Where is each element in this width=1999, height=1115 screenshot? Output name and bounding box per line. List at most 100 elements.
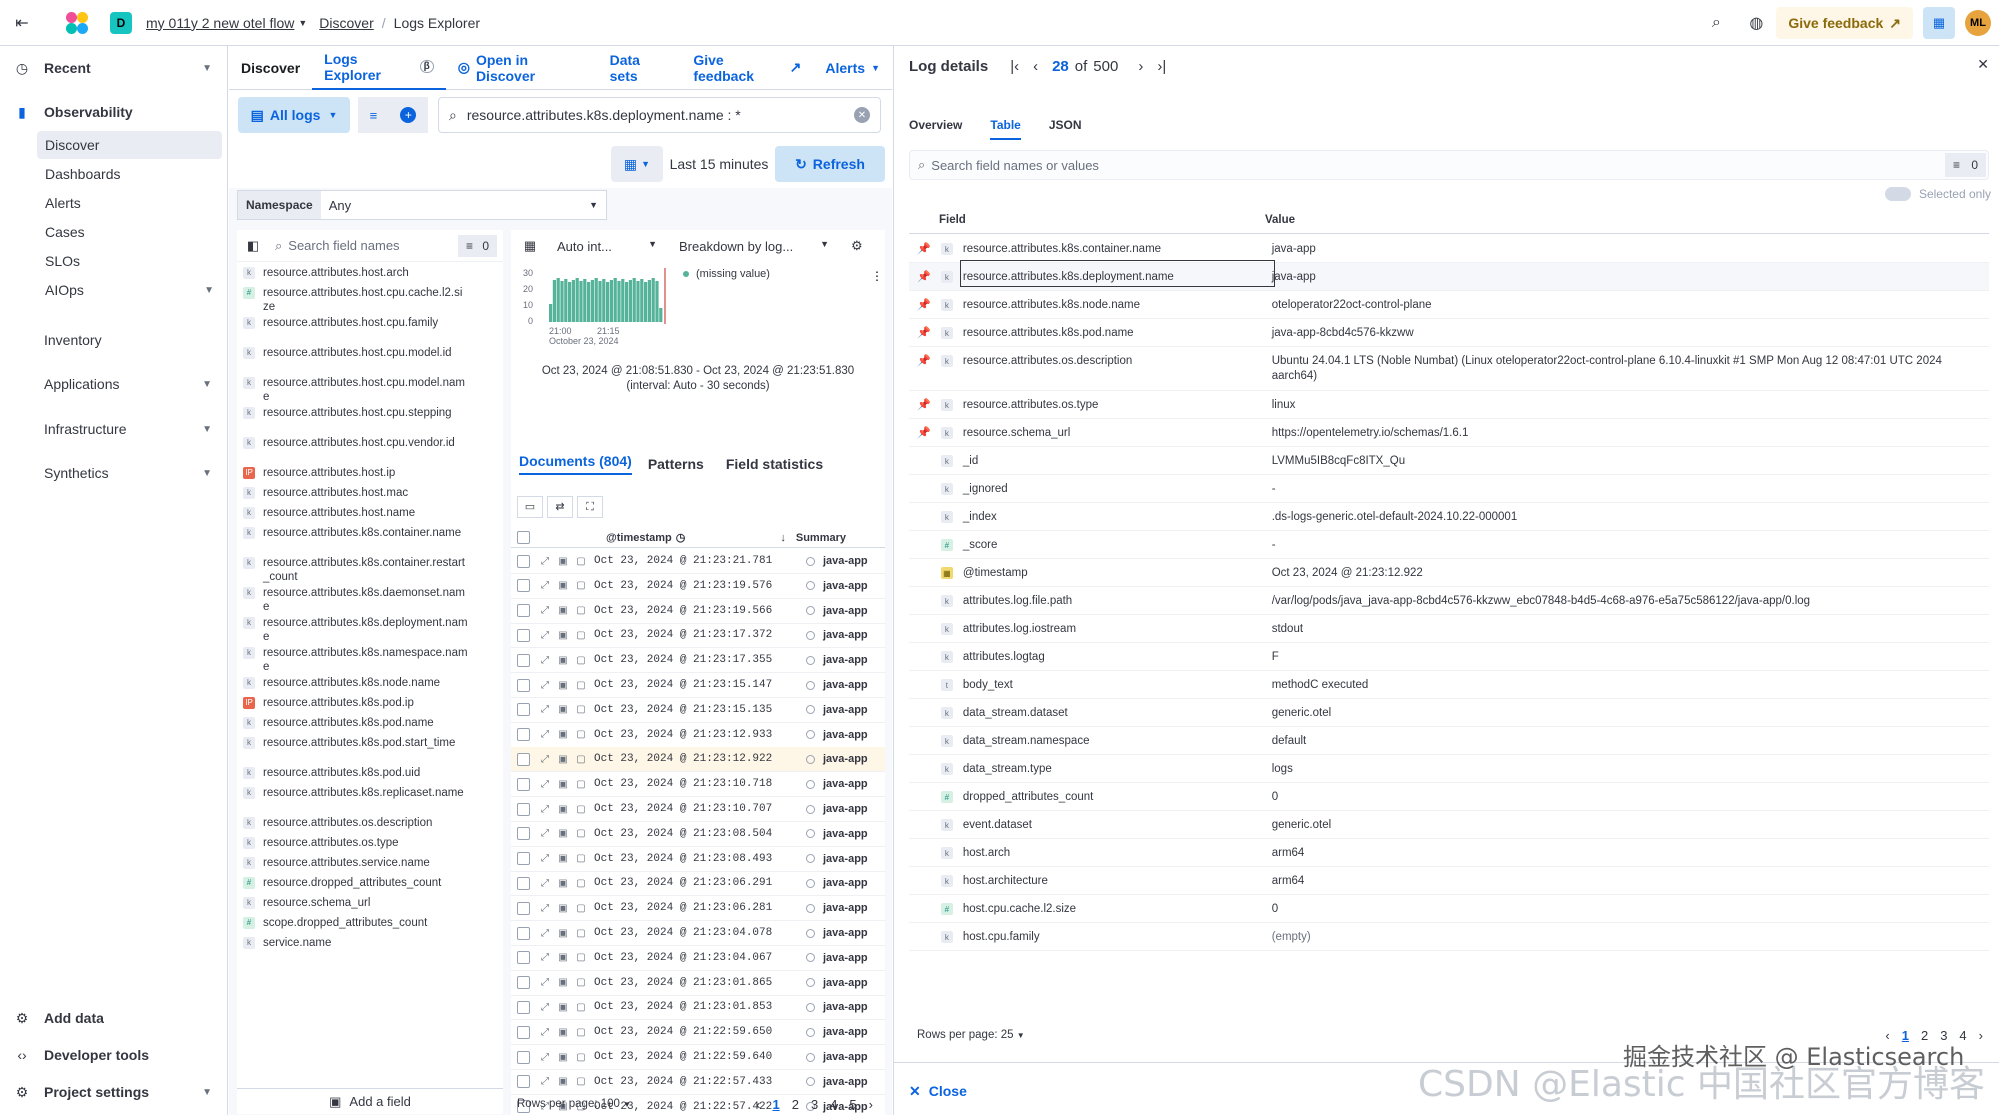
stacktrace-icon[interactable]: ▣	[554, 605, 572, 616]
breakdown-select[interactable]: Breakdown by log... ▼	[679, 239, 829, 254]
field-item[interactable]: # scope.dropped_attributes_count	[237, 916, 503, 930]
all-logs-selector[interactable]: ▤ All logs ▼	[238, 97, 350, 133]
service-badge[interactable]: java-app	[806, 704, 868, 716]
histogram-bar[interactable]	[644, 282, 648, 322]
nav-infrastructure[interactable]: Infrastructure ▼	[0, 417, 228, 441]
row-checkbox[interactable]	[517, 604, 530, 618]
service-badge[interactable]: java-app	[806, 629, 868, 641]
tab-overview[interactable]: Overview	[909, 118, 962, 140]
stacktrace-icon[interactable]: ▣	[554, 1076, 572, 1087]
detail-row[interactable]: k host.cpu.family (empty)	[909, 923, 1989, 951]
expand-icon[interactable]: ⤢	[536, 754, 554, 765]
page-3[interactable]: 3	[811, 1097, 818, 1112]
pin-icon[interactable]: 📌	[909, 263, 939, 283]
legend-label[interactable]: (missing value)	[696, 268, 770, 280]
nav-synthetics[interactable]: Synthetics ▼	[0, 461, 228, 485]
search-icon[interactable]: ⌕	[1696, 14, 1736, 32]
table-row[interactable]: ⤢ ▣ ▢ Oct 23, 2024 @ 21:23:19.566 java-app	[511, 599, 885, 624]
histogram-bar[interactable]	[552, 280, 556, 322]
detail-row[interactable]: 📌 k resource.attributes.os.type linux	[909, 391, 1989, 419]
field-item[interactable]: k resource.attributes.k8s.pod.name	[237, 716, 503, 730]
stacktrace-icon[interactable]: ▣	[554, 977, 572, 988]
namespace-filter[interactable]: Namespace Any ▼	[237, 190, 607, 220]
detail-row[interactable]: k _index .ds-logs-generic.otel-default-202…	[909, 503, 1989, 531]
service-badge[interactable]: java-app	[806, 1001, 868, 1013]
expand-icon[interactable]: ⤢	[536, 928, 554, 939]
stacktrace-icon[interactable]: ▣	[554, 878, 572, 889]
stacktrace-icon[interactable]: ▣	[554, 903, 572, 914]
service-badge[interactable]: java-app	[806, 902, 868, 914]
service-badge[interactable]: java-app	[806, 1051, 868, 1063]
tab-json[interactable]: JSON	[1049, 118, 1082, 140]
page-5[interactable]: 5	[849, 1097, 856, 1112]
field-item[interactable]: k resource.attributes.k8s.node.name	[237, 676, 503, 690]
histogram-bar[interactable]	[617, 281, 621, 322]
detail-row[interactable]: ▦ @timestamp Oct 23, 2024 @ 21:23:12.922	[909, 559, 1989, 587]
expand-icon[interactable]: ⤢	[536, 977, 554, 988]
field-item[interactable]: k resource.attributes.k8s.container.name	[237, 526, 503, 540]
histogram-bar[interactable]	[560, 281, 564, 322]
field-item[interactable]: k resource.attributes.host.cpu.vendor.id	[237, 436, 503, 450]
density-icon[interactable]: ⇄	[547, 496, 573, 518]
field-filter-button[interactable]: ≡ 0	[457, 234, 497, 257]
histogram-bar[interactable]	[621, 279, 625, 322]
field-item[interactable]: # resource.dropped_attributes_count	[237, 876, 503, 890]
field-item[interactable]: k resource.attributes.os.description	[237, 816, 503, 830]
histogram-bar[interactable]	[659, 308, 663, 322]
pin-placeholder[interactable]	[909, 503, 939, 510]
next-page-icon[interactable]: ›	[1979, 1028, 1983, 1043]
field-item[interactable]: k resource.attributes.k8s.deployment.name	[237, 616, 503, 644]
table-row[interactable]: ⤢ ▣ ▢ Oct 23, 2024 @ 21:23:01.865 java-app	[511, 971, 885, 996]
detail-row[interactable]: k attributes.log.iostream stdout	[909, 615, 1989, 643]
row-checkbox[interactable]	[517, 827, 530, 841]
stacktrace-icon[interactable]: ▣	[554, 655, 572, 666]
field-item[interactable]: k resource.attributes.os.type	[237, 836, 503, 850]
histogram-bar[interactable]	[602, 279, 606, 322]
row-checkbox[interactable]	[517, 901, 530, 915]
field-item[interactable]: IP resource.attributes.host.ip	[237, 466, 503, 480]
histogram-bar[interactable]	[579, 281, 583, 322]
detail-row[interactable]: 📌 k resource.schema_url https://opentelemet…	[909, 419, 1989, 447]
selected-only-toggle[interactable]: Selected only	[1884, 187, 1991, 201]
table-row[interactable]: ⤢ ▣ ▢ Oct 23, 2024 @ 21:23:15.135 java-app	[511, 698, 885, 723]
service-badge[interactable]: java-app	[806, 580, 868, 592]
histogram-bar[interactable]	[613, 278, 617, 322]
service-badge[interactable]: java-app	[806, 828, 868, 840]
table-row[interactable]: ⤢ ▣ ▢ Oct 23, 2024 @ 21:23:15.147 java-app	[511, 673, 885, 698]
pin-placeholder[interactable]	[909, 475, 939, 482]
page-1[interactable]: 1	[772, 1097, 779, 1112]
ai-assistant-icon[interactable]: ▦	[1923, 7, 1955, 39]
nav-item-aiops[interactable]: AIOps ▼	[37, 276, 222, 304]
service-badge[interactable]: java-app	[806, 555, 868, 567]
detail-row[interactable]: k data_stream.namespace default	[909, 727, 1989, 755]
nav-item-slos[interactable]: SLOs	[37, 247, 222, 275]
details-rows-per-page[interactable]: Rows per page: 25 ▼	[917, 1029, 1025, 1041]
table-row[interactable]: ⤢ ▣ ▢ Oct 23, 2024 @ 21:23:19.576 java-app	[511, 574, 885, 599]
detail-row[interactable]: k _id LVMMu5IB8cqFc8ITX_Qu	[909, 447, 1989, 475]
pin-placeholder[interactable]	[909, 923, 939, 930]
first-doc-icon[interactable]: |‹	[1010, 58, 1019, 75]
stacktrace-icon[interactable]: ▣	[554, 853, 572, 864]
histogram-bar[interactable]	[640, 279, 644, 322]
pin-placeholder[interactable]	[909, 755, 939, 762]
tab-field-statistics[interactable]: Field statistics	[726, 456, 823, 472]
pin-placeholder[interactable]	[909, 727, 939, 734]
rows-per-page[interactable]: Rows per page: 100 ▼	[517, 1098, 631, 1110]
pin-placeholder[interactable]	[909, 671, 939, 678]
expand-icon[interactable]: ⤢	[536, 853, 554, 864]
chart-menu-icon[interactable]: ⋮	[871, 269, 883, 283]
stacktrace-icon[interactable]: ▣	[554, 804, 572, 815]
detail-row[interactable]: 📌 k resource.attributes.k8s.deployment.nam…	[909, 260, 1989, 291]
next-doc-icon[interactable]: ›	[1138, 58, 1143, 75]
expand-icon[interactable]: ⤢	[536, 1027, 554, 1038]
histogram-bar[interactable]	[609, 280, 613, 322]
pin-placeholder[interactable]	[909, 447, 939, 454]
stacktrace-icon[interactable]: ▣	[554, 1052, 572, 1063]
details-search-input[interactable]: ⌕ Search field names or values ≡ 0	[909, 150, 1989, 180]
close-icon[interactable]: ✕	[1977, 56, 1989, 73]
histogram-bar[interactable]	[568, 282, 572, 322]
field-item[interactable]: k resource.attributes.host.arch	[237, 266, 503, 280]
header-feedback-button[interactable]: Give feedback ↗	[1776, 7, 1913, 39]
histogram-bar[interactable]	[655, 281, 659, 322]
prev-doc-icon[interactable]: ‹	[1033, 58, 1038, 75]
